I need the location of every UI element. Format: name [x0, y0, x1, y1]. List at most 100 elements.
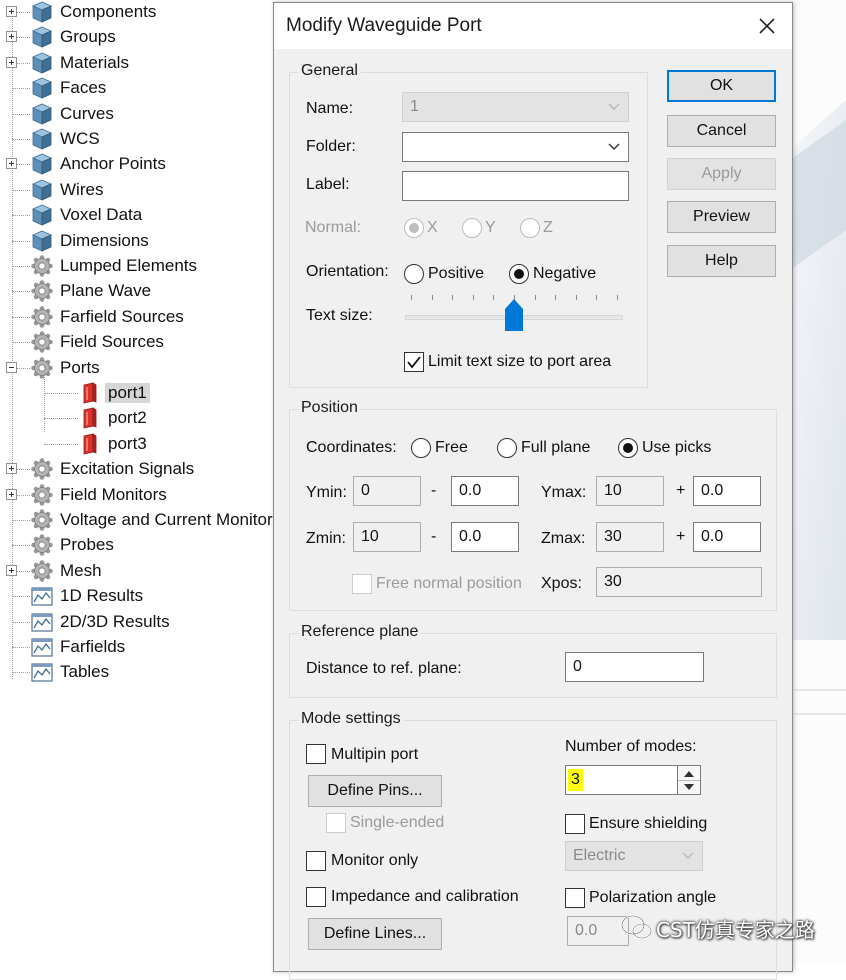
- num-modes-spinner[interactable]: [677, 765, 701, 795]
- normal-y-radio[interactable]: [462, 218, 482, 238]
- tree-item-2d-3d-results[interactable]: 2D/3D Results: [0, 610, 280, 635]
- name-combo[interactable]: 1: [402, 92, 629, 122]
- tree-item-voltage-and-current-monitors[interactable]: Voltage and Current Monitors: [0, 508, 281, 533]
- tree-item-materials[interactable]: Materials: [0, 51, 280, 76]
- tree-connector: [12, 88, 30, 90]
- shielding-type-combo[interactable]: Electric: [565, 841, 703, 871]
- normal-z-radio[interactable]: [520, 218, 540, 238]
- gear-icon: [31, 305, 53, 328]
- cube-icon: [32, 1, 52, 23]
- spin-up-icon[interactable]: [678, 766, 700, 780]
- normal-label: Normal:: [305, 219, 362, 236]
- expand-plus-icon[interactable]: [6, 488, 17, 500]
- tree-item-1d-results[interactable]: 1D Results: [0, 584, 280, 609]
- slider-thumb[interactable]: [505, 299, 523, 331]
- collapse-minus-icon[interactable]: [6, 361, 17, 373]
- expand-plus-icon[interactable]: [6, 6, 17, 17]
- tree-item-excitation-signals[interactable]: Excitation Signals: [0, 457, 280, 482]
- ensure-shielding-checkbox[interactable]: [565, 814, 585, 834]
- help-button[interactable]: Help: [667, 245, 776, 277]
- close-button[interactable]: [752, 11, 782, 41]
- define-pins-button[interactable]: Define Pins...: [308, 775, 442, 807]
- spin-down-icon[interactable]: [678, 780, 700, 794]
- tree-item-field-sources[interactable]: Field Sources: [0, 330, 280, 355]
- tree-item-port2[interactable]: port2: [0, 406, 280, 431]
- ymin-input[interactable]: 0: [353, 476, 421, 506]
- tree-item-probes[interactable]: Probes: [0, 533, 280, 558]
- impedance-label: Impedance and calibration: [331, 888, 519, 905]
- cancel-button[interactable]: Cancel: [667, 115, 776, 147]
- ok-button[interactable]: OK: [667, 70, 776, 102]
- chart-icon: [31, 663, 53, 682]
- ymin-offset-input[interactable]: 0.0: [451, 476, 519, 506]
- xpos-input[interactable]: 30: [596, 567, 762, 597]
- folder-combo[interactable]: [402, 132, 629, 162]
- coord-use-picks-radio[interactable]: [618, 438, 638, 458]
- coord-free-label: Free: [435, 439, 468, 456]
- ymax-offset-input[interactable]: 0.0: [693, 476, 761, 506]
- tree-item-port3[interactable]: port3: [0, 432, 280, 457]
- chevron-down-icon: [608, 143, 620, 150]
- zmin-offset-input[interactable]: 0.0: [451, 522, 519, 552]
- free-normal-checkbox[interactable]: [352, 574, 372, 594]
- ymax-input[interactable]: 10: [596, 476, 664, 506]
- zmin-input[interactable]: 10: [353, 522, 421, 552]
- gear-icon: [31, 280, 53, 303]
- num-modes-input[interactable]: 3: [565, 765, 678, 795]
- coord-free-radio[interactable]: [411, 438, 431, 458]
- cube-icon: [32, 128, 52, 150]
- tree-item-plane-wave[interactable]: Plane Wave: [0, 279, 280, 304]
- gear-icon: [31, 331, 53, 353]
- orientation-negative-radio[interactable]: [509, 264, 529, 284]
- slider-tick: [493, 295, 495, 300]
- define-lines-button[interactable]: Define Lines...: [308, 918, 442, 950]
- tree-item-field-monitors[interactable]: Field Monitors: [0, 483, 280, 508]
- expand-plus-icon[interactable]: [6, 564, 17, 576]
- limit-text-checkbox[interactable]: [404, 352, 424, 372]
- close-icon: [759, 18, 775, 34]
- expand-plus-icon[interactable]: [6, 463, 17, 475]
- zmax-offset-input[interactable]: 0.0: [693, 522, 761, 552]
- preview-button[interactable]: Preview: [667, 201, 776, 233]
- normal-x-radio[interactable]: [404, 218, 424, 238]
- gear-icon: [31, 356, 53, 379]
- expand-plus-icon[interactable]: [6, 56, 17, 68]
- single-ended-checkbox[interactable]: [326, 813, 346, 833]
- expand-plus-icon[interactable]: [6, 158, 17, 170]
- tree-item-wcs[interactable]: WCS: [0, 127, 280, 152]
- impedance-checkbox[interactable]: [306, 887, 326, 907]
- tree-item-farfields[interactable]: Farfields: [0, 635, 280, 660]
- slider-tick: [452, 295, 454, 300]
- polarization-checkbox[interactable]: [565, 888, 585, 908]
- tree-item-ports[interactable]: Ports: [0, 356, 280, 381]
- tree-item-mesh[interactable]: Mesh: [0, 559, 280, 584]
- text-size-slider[interactable]: [405, 291, 623, 331]
- shielding-type-value: Electric: [573, 847, 626, 864]
- tree-item-faces[interactable]: Faces: [0, 76, 280, 101]
- tree-item-label: Materials: [60, 52, 129, 72]
- apply-button[interactable]: Apply: [667, 158, 776, 190]
- tree-item-components[interactable]: Components: [0, 0, 280, 25]
- tree-connector: [12, 215, 30, 217]
- tree-item-wires[interactable]: Wires: [0, 178, 280, 203]
- tree-item-label: 1D Results: [60, 586, 144, 606]
- tree-item-anchor-points[interactable]: Anchor Points: [0, 152, 280, 177]
- label-input[interactable]: [402, 171, 629, 201]
- tree-item-curves[interactable]: Curves: [0, 102, 280, 127]
- expand-plus-icon[interactable]: [6, 31, 17, 43]
- tree-item-groups[interactable]: Groups: [0, 25, 280, 50]
- orientation-positive-radio[interactable]: [404, 264, 424, 284]
- tree-item-lumped-elements[interactable]: Lumped Elements: [0, 254, 280, 279]
- multipin-checkbox[interactable]: [306, 744, 326, 764]
- distance-input[interactable]: 0: [565, 652, 704, 682]
- tree-item-farfield-sources[interactable]: Farfield Sources: [0, 305, 280, 330]
- ymax-plus: +: [676, 482, 686, 499]
- monitor-only-checkbox[interactable]: [306, 851, 326, 871]
- tree-item-voxel-data[interactable]: Voxel Data: [0, 203, 280, 228]
- tree-item-tables[interactable]: Tables: [0, 660, 280, 685]
- tree-item-port1[interactable]: port1: [0, 381, 280, 406]
- tree-item-dimensions[interactable]: Dimensions: [0, 229, 280, 254]
- zmax-input[interactable]: 30: [596, 522, 664, 552]
- coord-full-plane-radio[interactable]: [497, 438, 517, 458]
- zmax-label: Zmax:: [541, 530, 586, 547]
